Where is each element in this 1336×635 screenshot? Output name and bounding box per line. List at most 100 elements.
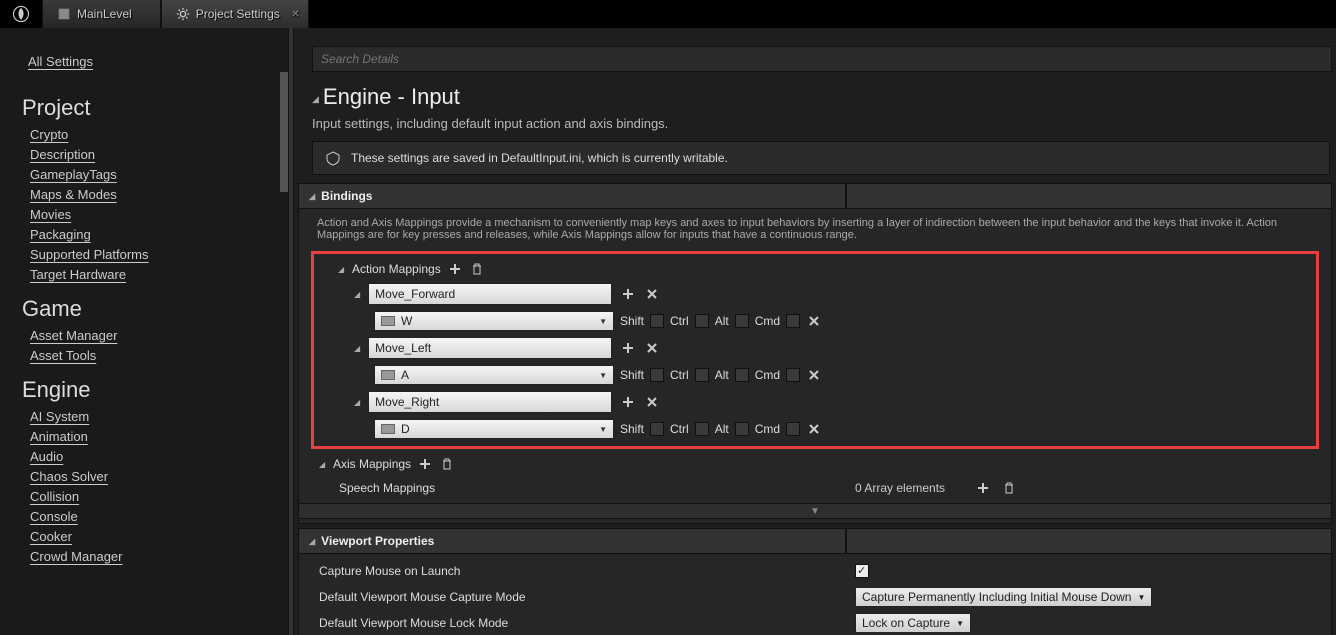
- ctrl-modifier: Ctrl: [670, 314, 689, 328]
- sidebar-item[interactable]: Collision: [30, 489, 294, 504]
- sidebar-item[interactable]: Packaging: [30, 227, 294, 242]
- sidebar-item[interactable]: Asset Manager: [30, 328, 294, 343]
- page-subtitle: Input settings, including default input …: [312, 116, 1336, 131]
- sidebar-item[interactable]: Supported Platforms: [30, 247, 294, 262]
- scrollbar-thumb[interactable]: [280, 72, 288, 192]
- remove-icon[interactable]: [806, 367, 822, 383]
- checkbox-shift[interactable]: [650, 314, 664, 328]
- remove-icon[interactable]: [644, 340, 660, 356]
- checkbox-capture-launch[interactable]: [855, 564, 869, 578]
- remove-icon[interactable]: [644, 286, 660, 302]
- action-mapping-row: ◢: [318, 280, 1312, 308]
- checkbox-cmd[interactable]: [786, 422, 800, 436]
- trash-icon[interactable]: [1001, 480, 1017, 496]
- chevron-down-icon[interactable]: ◢: [354, 290, 360, 299]
- level-icon: [57, 7, 71, 21]
- cmd-modifier: Cmd: [755, 422, 780, 436]
- speech-mappings-row: Speech Mappings 0 Array elements: [299, 475, 1331, 501]
- sidebar-item[interactable]: Asset Tools: [30, 348, 294, 363]
- sidebar-item[interactable]: Crowd Manager: [30, 549, 294, 564]
- plus-icon[interactable]: [447, 261, 463, 277]
- search-input[interactable]: [312, 46, 1332, 72]
- highlight-annotation: ◢ Action Mappings ◢W▼ShiftCtrlAltCmd◢A▼S…: [311, 251, 1319, 449]
- action-mapping-row: ◢: [318, 334, 1312, 362]
- sidebar-item[interactable]: Chaos Solver: [30, 469, 294, 484]
- key-select[interactable]: W▼: [374, 311, 614, 331]
- info-banner: These settings are saved in DefaultInput…: [312, 141, 1330, 175]
- key-binding-row: A▼ShiftCtrlAltCmd: [318, 362, 1312, 388]
- sidebar-item[interactable]: Cooker: [30, 529, 294, 544]
- checkbox-ctrl[interactable]: [695, 314, 709, 328]
- ctrl-modifier: Ctrl: [670, 368, 689, 382]
- shift-modifier: Shift: [620, 314, 644, 328]
- capture-mode-row: Default Viewport Mouse Capture Mode Capt…: [299, 584, 1331, 610]
- section-header[interactable]: ◢ Viewport Properties: [298, 528, 846, 554]
- key-binding-row: W▼ Shift Ctrl Alt Cmd: [318, 308, 1312, 334]
- lock-mode-select[interactable]: Lock on Capture▼: [855, 613, 971, 633]
- sidebar-item[interactable]: Animation: [30, 429, 294, 444]
- sidebar-item[interactable]: GameplayTags: [30, 167, 294, 182]
- shift-modifier: Shift: [620, 422, 644, 436]
- checkbox-shift[interactable]: [650, 368, 664, 382]
- keyboard-icon: [381, 370, 395, 380]
- checkbox-alt[interactable]: [735, 314, 749, 328]
- section-header[interactable]: ◢ Bindings: [298, 183, 846, 209]
- plus-icon[interactable]: [975, 480, 991, 496]
- plus-icon[interactable]: [417, 456, 433, 472]
- key-select[interactable]: D▼: [374, 419, 614, 439]
- remove-icon[interactable]: [806, 313, 822, 329]
- bindings-description: Action and Axis Mappings provide a mecha…: [299, 213, 1331, 247]
- cmd-modifier: Cmd: [755, 368, 780, 382]
- page-title: Engine - Input: [312, 84, 1336, 110]
- tab-main-level[interactable]: MainLevel: [42, 0, 161, 28]
- sidebar-item[interactable]: Console: [30, 509, 294, 524]
- collapse-caret-icon[interactable]: [312, 84, 323, 109]
- trash-icon[interactable]: [469, 261, 485, 277]
- cmd-modifier: Cmd: [755, 314, 780, 328]
- action-name-input[interactable]: [368, 337, 612, 359]
- key-select[interactable]: A▼: [374, 365, 614, 385]
- all-settings-link[interactable]: All Settings: [28, 54, 93, 69]
- checkbox-cmd[interactable]: [786, 314, 800, 328]
- checkbox-alt[interactable]: [735, 422, 749, 436]
- sidebar-item[interactable]: Description: [30, 147, 294, 162]
- sidebar-item[interactable]: Audio: [30, 449, 294, 464]
- action-mapping-row: ◢: [318, 388, 1312, 416]
- sidebar-item[interactable]: Maps & Modes: [30, 187, 294, 202]
- plus-icon[interactable]: [620, 286, 636, 302]
- remove-icon[interactable]: [644, 394, 660, 410]
- plus-icon[interactable]: [620, 394, 636, 410]
- chevron-down-icon[interactable]: ◢: [354, 344, 360, 353]
- section-viewport: ◢ Viewport Properties Capture Mouse on L…: [298, 528, 1332, 635]
- chevron-down-icon[interactable]: ◢: [338, 265, 346, 274]
- action-name-input[interactable]: [368, 391, 612, 413]
- checkbox-cmd[interactable]: [786, 368, 800, 382]
- alt-modifier: Alt: [715, 314, 729, 328]
- chevron-down-icon[interactable]: ◢: [354, 398, 360, 407]
- key-binding-row: D▼ShiftCtrlAltCmd: [318, 416, 1312, 442]
- sidebar-item[interactable]: Crypto: [30, 127, 294, 142]
- sidebar-item[interactable]: Movies: [30, 207, 294, 222]
- keyboard-icon: [381, 316, 395, 326]
- section-header-right: [846, 183, 1332, 209]
- chevron-down-icon: ▼: [599, 317, 607, 326]
- chevron-down-icon: ▼: [1137, 593, 1145, 602]
- plus-icon[interactable]: [620, 340, 636, 356]
- settings-main: Engine - Input Input settings, including…: [294, 28, 1336, 635]
- chevron-down-icon: ▼: [956, 619, 964, 628]
- remove-icon[interactable]: [806, 421, 822, 437]
- tab-project-settings[interactable]: Project Settings ✕: [161, 0, 309, 28]
- expand-toggle[interactable]: ▼: [299, 503, 1331, 519]
- sidebar-item[interactable]: Target Hardware: [30, 267, 294, 282]
- checkbox-shift[interactable]: [650, 422, 664, 436]
- action-name-input[interactable]: [368, 283, 612, 305]
- capture-mode-select[interactable]: Capture Permanently Including Initial Mo…: [855, 587, 1152, 607]
- chevron-down-icon: ▼: [599, 425, 607, 434]
- chevron-down-icon[interactable]: ◢: [319, 460, 327, 469]
- trash-icon[interactable]: [439, 456, 455, 472]
- close-icon[interactable]: ✕: [291, 9, 299, 20]
- checkbox-alt[interactable]: [735, 368, 749, 382]
- checkbox-ctrl[interactable]: [695, 368, 709, 382]
- checkbox-ctrl[interactable]: [695, 422, 709, 436]
- sidebar-item[interactable]: AI System: [30, 409, 294, 424]
